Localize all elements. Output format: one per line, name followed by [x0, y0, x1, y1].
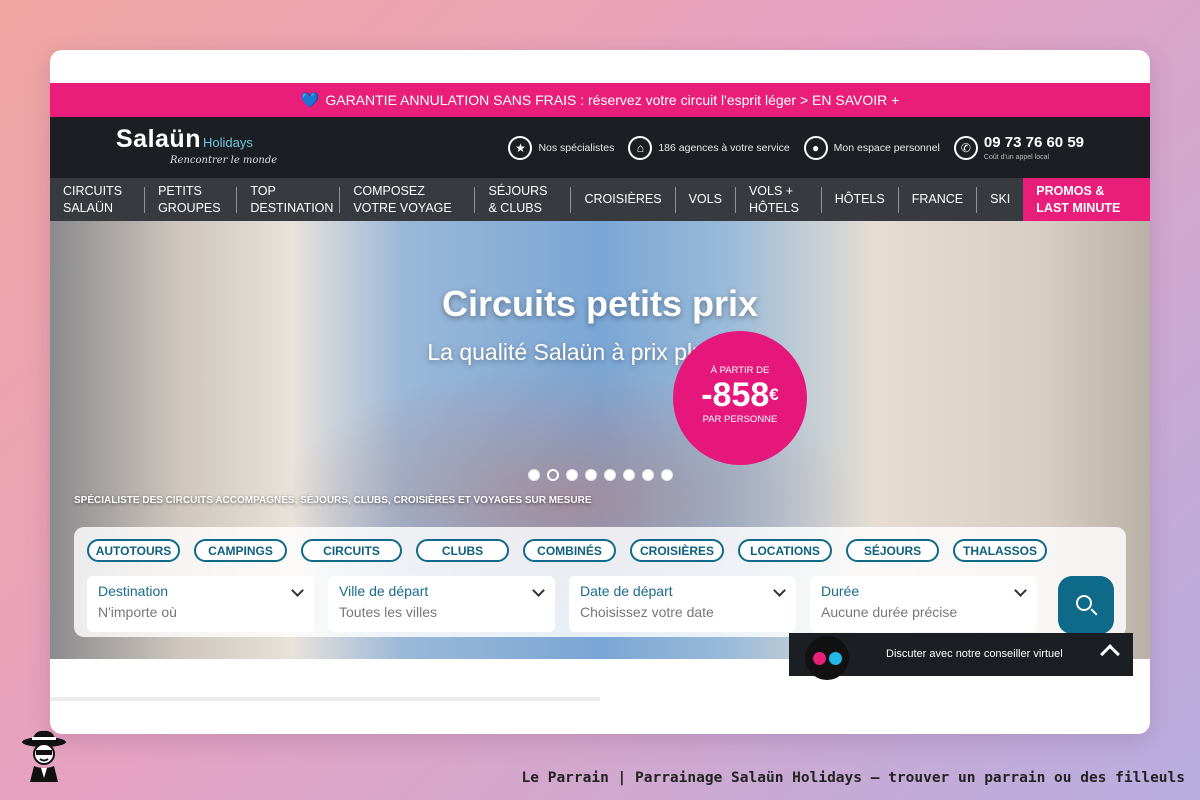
nav-item-circuits[interactable]: CIRCUITS SALAÜN [50, 184, 146, 215]
field-label: Destination [98, 583, 169, 599]
chat-logo-blue-dot [828, 651, 842, 665]
specialist-tagline: SPÉCIALISTE DES CIRCUITS ACCOMPAGNÉS, SÉ… [74, 495, 592, 506]
header-link-label: Nos spécialistes [538, 141, 615, 154]
category-pill-sejours[interactable]: SÉJOURS [846, 539, 939, 562]
search-button[interactable] [1058, 576, 1114, 634]
nav-item-ski[interactable]: SKI [977, 187, 1023, 213]
field-value: Aucune durée précise [821, 604, 958, 620]
hero-banner[interactable]: Circuits petits prix La qualité Salaün à… [50, 221, 1150, 659]
price-currency: € [769, 385, 779, 404]
nav-item-sejours-clubs[interactable]: SÉJOURS & CLUBS [475, 184, 572, 215]
carousel-dot[interactable] [604, 469, 616, 481]
horizontal-scrollbar[interactable] [50, 697, 600, 701]
site-header: Salaün Holidays Rencontrer le monde ★ Nos… [50, 117, 1150, 178]
price-badge[interactable]: À PARTIR DE -858€ PAR PERSONNE [673, 331, 807, 465]
nav-item-croisieres[interactable]: CROISIÈRES [571, 186, 676, 213]
price-badge-from: À PARTIR DE [710, 365, 770, 376]
carousel-dot[interactable] [585, 469, 597, 481]
category-pill-autotours[interactable]: AUTOTOURS [87, 539, 180, 562]
field-value: N'importe où [98, 604, 177, 620]
phone-number: 09 73 76 60 59 [983, 134, 1084, 151]
field-label: Date de départ [580, 583, 673, 599]
nav-item-promos[interactable]: PROMOS & LAST MINUTE [1023, 178, 1150, 221]
main-nav: CIRCUITS SALAÜN PETITS GROUPES TOP DESTI… [50, 178, 1150, 221]
duration-select[interactable]: Durée Aucune durée précise [810, 576, 1037, 632]
logo[interactable]: Salaün Holidays Rencontrer le monde [116, 125, 277, 166]
nav-item-vols-hotels[interactable]: VOLS + HÔTELS [736, 184, 822, 215]
header-link-agencies[interactable]: ⌂ 186 agences à votre service [628, 135, 790, 160]
header-link-account[interactable]: ● Mon espace personnel [803, 135, 940, 160]
nav-item-hotels[interactable]: HÔTELS [822, 186, 899, 213]
category-pills: AUTOTOURS CAMPINGS CIRCUITS CLUBS COMBIN… [87, 539, 1047, 562]
phone-note: Coût d'un appel local [983, 154, 1050, 161]
field-label: Ville de départ [339, 583, 429, 599]
header-link-specialists[interactable]: ★ Nos spécialistes [508, 135, 615, 160]
carousel-dot[interactable] [528, 469, 540, 481]
header-phone[interactable]: ✆ 09 73 76 60 59 Coût d'un appel local [953, 134, 1084, 161]
mascot-logo-icon [22, 730, 66, 782]
carousel-dot[interactable] [642, 469, 654, 481]
phone-icon: ✆ [953, 135, 978, 160]
footer-caption: Le Parrain | Parrainage Salaün Holidays … [521, 770, 1185, 786]
carousel-dots [528, 469, 673, 481]
logo-name: Salaün [116, 125, 201, 153]
departure-city-select[interactable]: Ville de départ Toutes les villes [328, 576, 555, 632]
category-pill-combines[interactable]: COMBINÉS [523, 539, 616, 562]
carousel-dot[interactable] [661, 469, 673, 481]
field-value: Choisissez votre date [580, 604, 714, 620]
category-pill-circuits[interactable]: CIRCUITS [301, 539, 402, 562]
nav-item-petits-groupes[interactable]: PETITS GROUPES [145, 184, 238, 215]
star-icon: ★ [508, 135, 533, 160]
chevron-up-icon[interactable] [1100, 644, 1120, 664]
price-badge-amount: -858€ [673, 376, 807, 414]
header-link-label: Mon espace personnel [833, 141, 940, 154]
promo-banner-text[interactable]: GARANTIE ANNULATION SANS FRAIS : réserve… [325, 92, 899, 108]
user-icon: ● [803, 135, 828, 160]
header-links: ★ Nos spécialistes ⌂ 186 agences à votre… [508, 117, 1084, 178]
search-icon [1076, 595, 1092, 611]
category-pill-croisieres[interactable]: CROISIÈRES [630, 539, 724, 562]
nav-item-top-destination[interactable]: TOP DESTINATION [237, 184, 341, 215]
chat-logo-pink-dot [812, 651, 826, 665]
heart-icon: 💙 [300, 92, 320, 109]
logo-tagline: Rencontrer le monde [170, 155, 278, 166]
logo-sub: Holidays [202, 135, 253, 150]
carousel-dot[interactable] [547, 469, 559, 481]
hero-title: Circuits petits prix [441, 283, 759, 324]
price-value: -858 [701, 376, 770, 414]
header-link-label: 186 agences à votre service [658, 141, 790, 154]
category-pill-clubs[interactable]: CLUBS [416, 539, 509, 562]
nav-item-france[interactable]: FRANCE [899, 186, 978, 213]
nav-item-vols[interactable]: VOLS [676, 186, 736, 213]
carousel-dot[interactable] [623, 469, 635, 481]
chat-label: Discuter avec notre conseiller virtuel [886, 648, 1063, 660]
hero-subtitle: La qualité Salaün à prix plus doux [427, 339, 773, 365]
nav-item-composez[interactable]: COMPOSEZ VOTRE VOYAGE [340, 184, 476, 215]
chat-widget[interactable]: Discuter avec notre conseiller virtuel [789, 633, 1133, 680]
chat-avatar [805, 636, 849, 680]
search-fields: Destination N'importe où Ville de départ… [87, 576, 1037, 632]
carousel-dot[interactable] [566, 469, 578, 481]
search-panel: AUTOTOURS CAMPINGS CIRCUITS CLUBS COMBIN… [74, 527, 1126, 637]
promo-banner[interactable]: 💙 GARANTIE ANNULATION SANS FRAIS : réser… [50, 83, 1150, 117]
departure-date-select[interactable]: Date de départ Choisissez votre date [569, 576, 796, 632]
price-badge-per: PAR PERSONNE [702, 414, 778, 425]
field-value: Toutes les villes [339, 604, 438, 620]
category-pill-locations[interactable]: LOCATIONS [738, 539, 832, 562]
browser-card: 💙 GARANTIE ANNULATION SANS FRAIS : réser… [50, 50, 1150, 734]
category-pill-thalassos[interactable]: THALASSOS [953, 539, 1047, 562]
field-label: Durée [821, 583, 860, 599]
destination-select[interactable]: Destination N'importe où [87, 576, 314, 632]
home-location-icon: ⌂ [628, 135, 653, 160]
category-pill-campings[interactable]: CAMPINGS [194, 539, 287, 562]
